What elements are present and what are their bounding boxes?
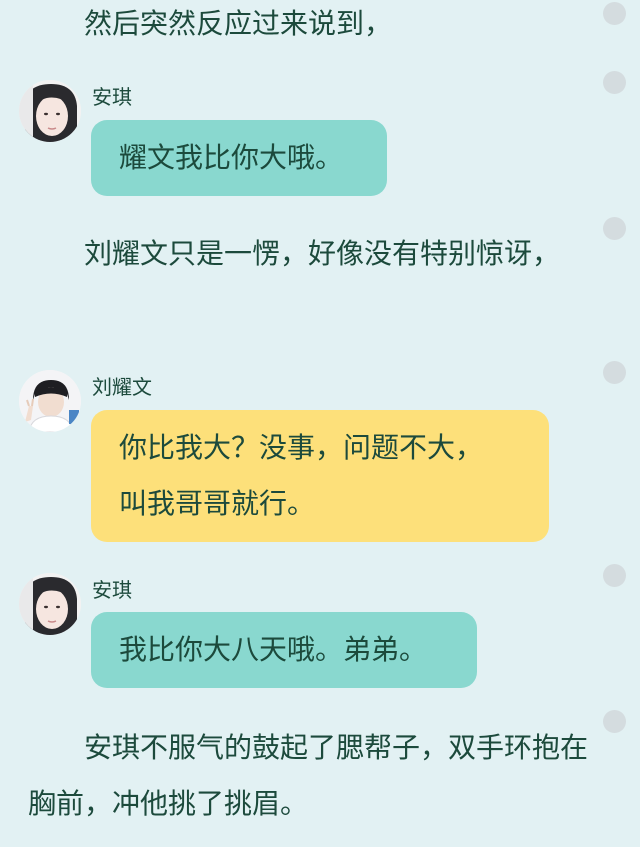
side-dot xyxy=(603,361,626,384)
message-bubble[interactable]: 耀文我比你大哦。 xyxy=(91,120,387,196)
narration-paragraph: 然后突然反应过来说到， xyxy=(84,7,393,40)
narration-paragraph: 刘耀文只是一愣，好像没有特别惊讶， xyxy=(84,237,561,270)
side-dot xyxy=(603,2,626,25)
speaker-name: 刘耀文 xyxy=(92,375,152,399)
speaker-name: 安琪 xyxy=(92,578,132,602)
message-text: 我比你大八天哦。弟弟。 xyxy=(119,633,428,666)
girl-avatar-icon[interactable] xyxy=(19,573,81,635)
speaker-name: 安琪 xyxy=(92,85,132,109)
message-text: 叫我哥哥就行。 xyxy=(119,487,316,520)
side-dot xyxy=(603,71,626,94)
side-dot xyxy=(603,710,626,733)
message-bubble[interactable]: 我比你大八天哦。弟弟。 xyxy=(91,612,477,688)
message-bubble[interactable]: 你比我大？没事，问题不大， 叫我哥哥就行。 xyxy=(91,410,549,542)
message-text: 耀文我比你大哦。 xyxy=(119,141,344,174)
message-text: 你比我大？没事，问题不大， xyxy=(119,431,484,464)
girl-avatar-icon[interactable] xyxy=(19,80,81,142)
narration-paragraph: 安琪不服气的鼓起了腮帮子，双手环抱在胸前，冲他挑了挑眉。 xyxy=(28,731,589,820)
side-dot xyxy=(603,217,626,240)
side-dot xyxy=(603,564,626,587)
boy-avatar-icon[interactable] xyxy=(19,370,81,432)
